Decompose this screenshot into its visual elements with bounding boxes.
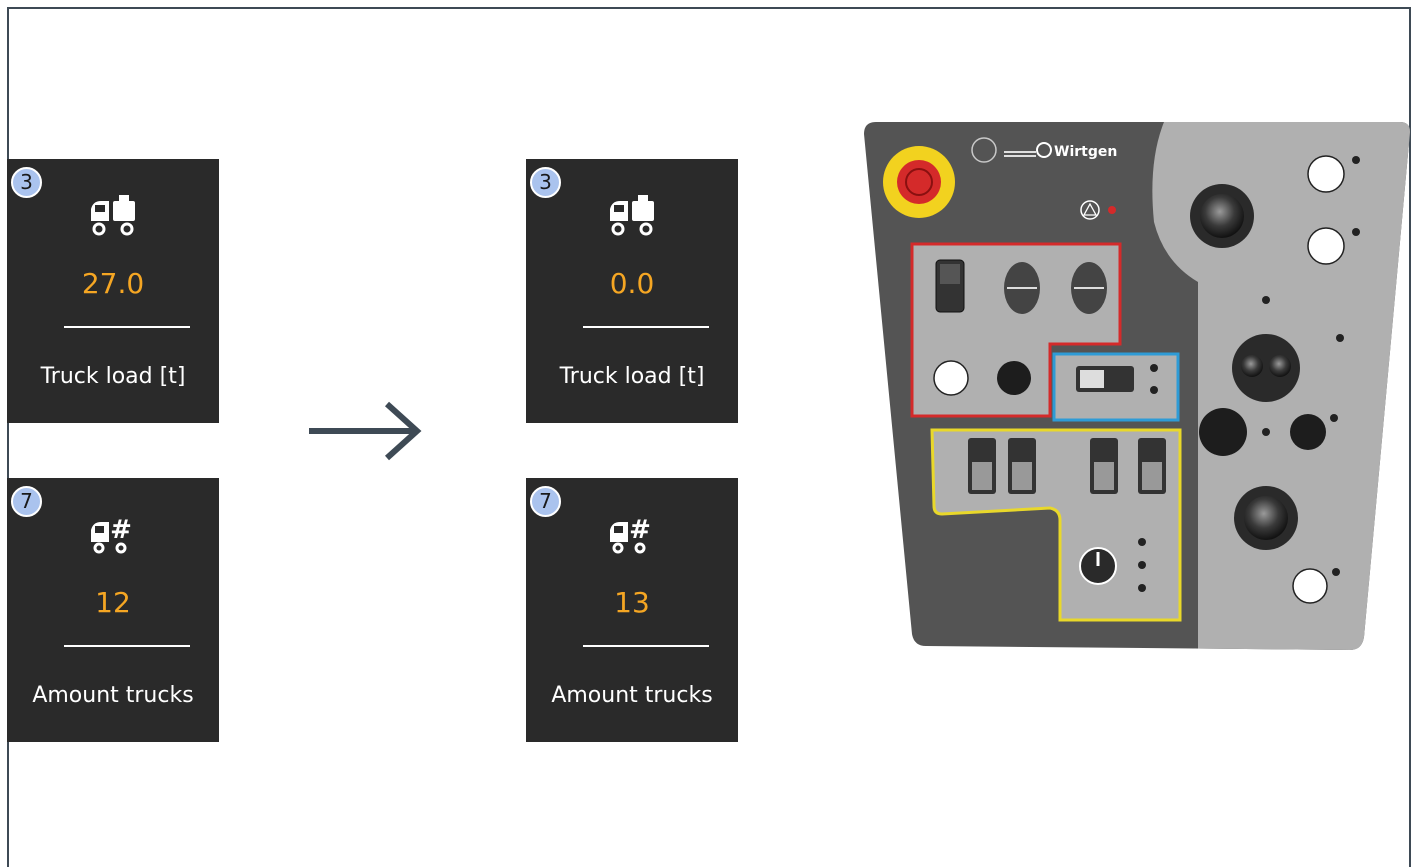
button-white [933,360,969,396]
truck-load-value: 27.0 [81,267,145,300]
truck-count-icon: # [7,508,219,558]
brand-text: Wirtgen [1054,144,1117,160]
amount-trucks-value: 12 [95,586,131,619]
button-black [997,361,1031,395]
divider [583,326,709,328]
tile-truck-load-after: 3 0.0 Truck load [t] [526,159,738,423]
joystick-bottom [1234,486,1298,550]
tile-truck-load-before: 3 27.0 Truck load [t] [7,159,219,423]
joystick-middle [1232,334,1300,402]
svg-text:#: # [629,515,651,545]
truck-load-value: 0.0 [609,267,655,300]
emergency-stop-icon [883,146,955,218]
truck-load-icon [7,189,219,239]
joystick-top [1190,184,1254,248]
divider [64,326,190,328]
divider [583,645,709,647]
truck-load-label: Truck load [t] [559,364,705,389]
divider [64,645,190,647]
amount-trucks-label: Amount trucks [32,683,194,708]
tile-amount-trucks-after: 7 # 13 Amount trucks [526,478,738,742]
amount-trucks-label: Amount trucks [551,683,713,708]
truck-count-icon: # [526,508,738,558]
svg-text:#: # [110,515,132,545]
control-panel: Wirtgen [864,122,1414,661]
amount-trucks-value: 13 [614,586,650,619]
truck-load-icon [526,189,738,239]
truck-load-label: Truck load [t] [40,364,186,389]
tile-amount-trucks-before: 7 # 12 Amount trucks [7,478,219,742]
right-arrow-icon [305,398,425,468]
